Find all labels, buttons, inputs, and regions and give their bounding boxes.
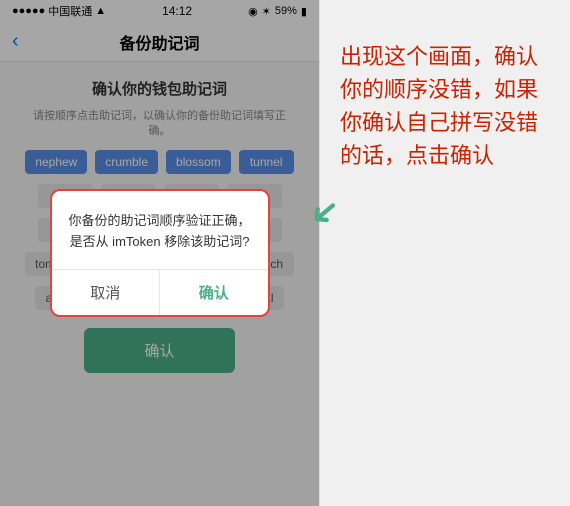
dialog-box: 你备份的助记词顺序验证正确，是否从 imToken 移除该助记词? 取消 确认: [50, 189, 270, 317]
annotation-text: 出现这个画面，确认你的顺序没错，如果你确认自己拼写没错的话，点击确认: [340, 40, 554, 172]
dialog-confirm-button[interactable]: 确认: [160, 270, 268, 315]
dialog-buttons: 取消 确认: [52, 269, 268, 315]
dialog-cancel-button[interactable]: 取消: [52, 270, 161, 315]
phone-frame: ●●●●● 中国联通 ▲ 14:12 ◉ ✶ 59% ▮ ‹ 备份助记词 确认你…: [0, 0, 320, 506]
dialog-overlay: 你备份的助记词顺序验证正确，是否从 imToken 移除该助记词? 取消 确认: [0, 0, 319, 506]
annotation-panel: 出现这个画面，确认你的顺序没错，如果你确认自己拼写没错的话，点击确认 ➜: [320, 0, 570, 506]
dialog-message: 你备份的助记词顺序验证正确，是否从 imToken 移除该助记词?: [68, 211, 252, 253]
dialog-body: 你备份的助记词顺序验证正确，是否从 imToken 移除该助记词?: [52, 191, 268, 269]
